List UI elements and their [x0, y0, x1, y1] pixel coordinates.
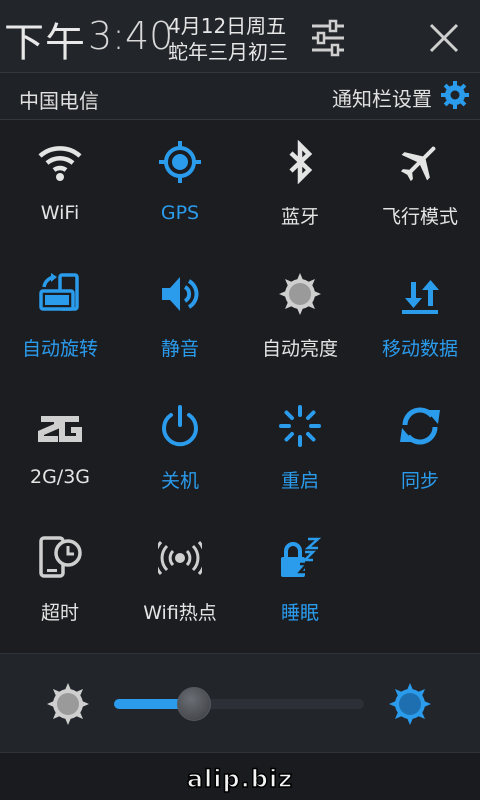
toggle-wifi[interactable]: WiFi — [0, 120, 120, 230]
lunar-date: 蛇年三月初三 — [168, 40, 288, 64]
toggle-restart[interactable]: 重启 — [240, 384, 360, 494]
toggle-sync[interactable]: 同步 — [360, 384, 480, 494]
toggle-label: 自动亮度 — [261, 338, 338, 360]
toggle-timeout[interactable]: 超时 — [0, 516, 120, 626]
status-header: 下午 3:40 4月12日周五 蛇年三月初三 — [0, 0, 480, 72]
restart-spinner-icon — [278, 404, 322, 448]
airplane-icon — [398, 140, 442, 184]
toggle-auto-rotate[interactable]: 自动旋转 — [0, 252, 120, 362]
2g-icon — [38, 404, 82, 448]
toggle-label: 蓝牙 — [280, 206, 319, 228]
watermark: alip.biz — [186, 764, 294, 794]
toggle-sleep[interactable]: 睡眠 — [240, 516, 360, 626]
toggle-wifi-hotspot[interactable]: Wifi热点 — [120, 516, 240, 626]
toggle-label: 飞行模式 — [381, 206, 458, 228]
toggle-power-off[interactable]: 关机 — [120, 384, 240, 494]
sliders-icon[interactable] — [308, 18, 348, 58]
toggle-mute[interactable]: 静音 — [120, 252, 240, 362]
close-icon[interactable] — [424, 18, 464, 58]
data-arrows-icon — [398, 272, 442, 316]
toggle-bluetooth[interactable]: 蓝牙 — [240, 120, 360, 230]
toggle-auto-brightness[interactable]: 自动亮度 — [240, 252, 360, 362]
notification-settings-label: 通知栏设置 — [332, 86, 432, 111]
brightness-high-icon[interactable] — [388, 682, 432, 726]
toggle-airplane-mode[interactable]: 飞行模式 — [360, 120, 480, 230]
rotate-icon — [38, 272, 82, 316]
hotspot-icon — [153, 536, 207, 580]
carrier-name: 中国电信 — [19, 89, 99, 113]
toggle-label: 重启 — [280, 470, 319, 492]
brightness-slider[interactable] — [114, 687, 364, 721]
toggle-2g-3g[interactable]: 2G/3G — [0, 384, 120, 494]
gear-icon — [440, 80, 470, 114]
toggle-gps[interactable]: GPS — [120, 120, 240, 230]
toggle-label: Wifi热点 — [143, 602, 217, 624]
toggle-label: 移动数据 — [381, 338, 458, 360]
time-prefix: 下午 — [4, 20, 86, 66]
toggle-label: 超时 — [40, 602, 79, 624]
clock: 3:40 — [88, 14, 174, 58]
speaker-icon — [158, 272, 202, 316]
sleep-lock-icon — [278, 536, 322, 580]
timeout-icon — [38, 536, 82, 580]
wifi-icon — [38, 140, 82, 184]
toggle-label: 自动旋转 — [21, 338, 98, 360]
carrier-bar: 中国电信 通知栏设置 — [0, 72, 480, 120]
toggle-label: WiFi — [40, 202, 80, 224]
toggle-label: GPS — [160, 202, 200, 224]
brightness-low-icon[interactable] — [46, 682, 90, 726]
gps-icon — [158, 140, 202, 184]
toggle-label: 同步 — [400, 470, 439, 492]
brightness-thumb[interactable] — [177, 687, 211, 721]
bottom-bar: alip.biz — [0, 753, 480, 800]
toggle-label: 关机 — [160, 470, 199, 492]
toggle-mobile-data[interactable]: 移动数据 — [360, 252, 480, 362]
date: 4月12日周五 — [168, 14, 287, 38]
power-icon — [158, 404, 202, 448]
toggle-label: 睡眠 — [280, 602, 319, 624]
toggle-label: 静音 — [160, 338, 199, 360]
bluetooth-icon — [278, 139, 322, 185]
sun-icon — [278, 272, 322, 316]
toggle-label: 2G/3G — [29, 466, 91, 488]
notification-settings-button[interactable]: 通知栏设置 — [332, 81, 470, 113]
brightness-bar — [0, 653, 480, 753]
sync-icon — [398, 404, 442, 448]
